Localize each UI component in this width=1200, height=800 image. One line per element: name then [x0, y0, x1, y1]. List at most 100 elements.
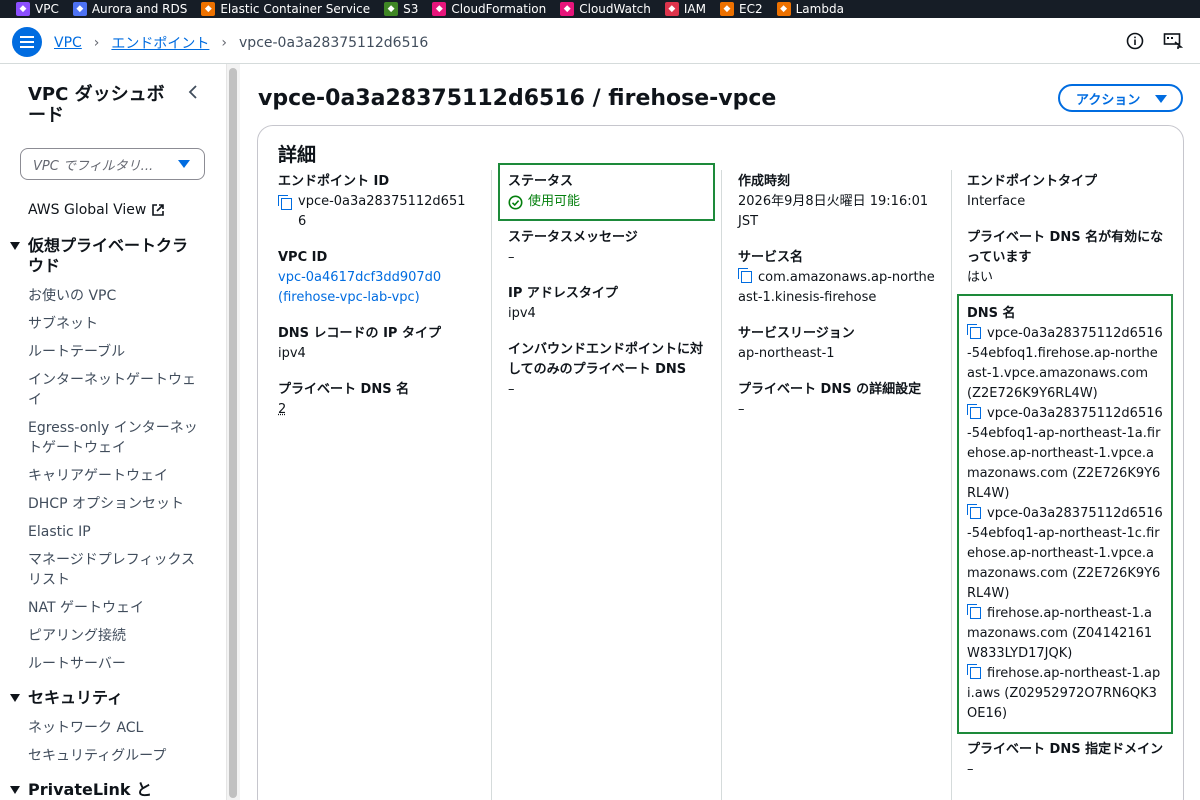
sidebar-title[interactable]: VPC ダッシュボード [28, 84, 178, 126]
service-shortcut-label: VPC [35, 2, 59, 16]
sidebar-item[interactable]: ルートテーブル [28, 342, 198, 362]
field-label: インバウンドエンドポイントに対してのみのプライベート DNS [508, 342, 704, 377]
field-label: プライベート DNS 名 [278, 382, 410, 397]
copy-icon[interactable] [738, 268, 752, 283]
field-label: プライベート DNS 指定ドメイン [967, 742, 1164, 757]
service-shortcut-s3[interactable]: ◆ S3 [384, 2, 418, 16]
dns-name-value: firehose.ap-northeast-1.api.aws (Z029529… [967, 666, 1161, 721]
sidebar-filter-placeholder: VPC でフィルタリ... [33, 158, 154, 174]
sidebar-section-header[interactable]: PrivateLink と Lattice [10, 780, 190, 800]
service-shortcut-label: EC2 [739, 2, 763, 16]
vpc-id-link[interactable]: vpc-0a4617dcf3dd907d0 (firehose-vpc-lab-… [278, 268, 473, 308]
field-inbound-private-dns: インバウンドエンドポイントに対してのみのプライベート DNS – [508, 340, 708, 400]
feedback-icon[interactable] [1162, 30, 1184, 52]
sidebar-section-header[interactable]: セキュリティ [10, 688, 190, 708]
copy-icon[interactable] [967, 504, 981, 519]
private-dns-enabled-value: はい [967, 270, 994, 285]
field-label: サービスリージョン [738, 326, 855, 341]
sidebar-scrollbar-thumb[interactable] [229, 68, 237, 798]
service-shortcut-label: Elastic Container Service [220, 2, 371, 16]
sidebar-item[interactable]: キャリアゲートウェイ [28, 466, 198, 486]
sidebar-filter-select[interactable]: VPC でフィルタリ... [20, 148, 205, 180]
sidebar-item[interactable]: ネットワーク ACL [28, 718, 198, 738]
menu-icon[interactable] [12, 27, 42, 57]
copy-icon[interactable] [967, 664, 981, 679]
sidebar-item[interactable]: セキュリティグループ [28, 746, 198, 766]
sidebar: VPC ダッシュボード VPC でフィルタリ... AWS Global Vie… [0, 64, 226, 800]
field-private-dns-name: プライベート DNS 名 2 [278, 380, 473, 420]
field-label: エンドポイントタイプ [967, 174, 1098, 189]
copy-icon[interactable] [967, 324, 981, 339]
service-name-value: com.amazonaws.ap-northeast-1.kinesis-fir… [738, 270, 935, 305]
dns-name-value: vpce-0a3a28375112d6516-54ebfoq1-ap-north… [967, 406, 1163, 501]
field-status-message: ステータスメッセージ – [508, 228, 708, 268]
sidebar-item[interactable]: ルートサーバー [28, 654, 198, 674]
sidebar-item[interactable]: ピアリング接続 [28, 626, 198, 646]
sidebar-item[interactable]: インターネットゲートウェイ [28, 370, 198, 410]
actions-dropdown-button[interactable]: アクション [1058, 84, 1183, 112]
cloudwatch-icon: ◆ [560, 2, 575, 16]
info-icon[interactable] [1124, 30, 1146, 52]
service-shortcut-ecs[interactable]: ◆ Elastic Container Service [201, 2, 370, 16]
caret-down-icon [178, 160, 190, 168]
caret-down-icon [10, 694, 20, 702]
field-vpc-id: VPC ID vpc-0a4617dcf3dd907d0 (firehose-v… [278, 248, 473, 308]
service-shortcut-ec2[interactable]: ◆ EC2 [720, 2, 763, 16]
service-shortcut-lambda[interactable]: ◆ Lambda [776, 2, 844, 16]
breadcrumb-endpoints-link[interactable]: エンドポイント [111, 33, 209, 53]
service-shortcut-vpc[interactable]: ◆ VPC [16, 2, 59, 16]
service-shortcut-label: CloudWatch [579, 2, 651, 16]
field-label: プライベート DNS の詳細設定 [738, 382, 922, 397]
breadcrumb-current: vpce-0a3a28375112d6516 [239, 35, 429, 51]
service-shortcut-cloudwatch[interactable]: ◆ CloudWatch [560, 2, 651, 16]
dns-name-value: vpce-0a3a28375112d6516-54ebfoq1.firehose… [967, 326, 1163, 401]
private-dns-domain-value: – [967, 762, 974, 777]
sidebar-item[interactable]: マネージドプレフィックスリスト [28, 550, 198, 590]
collapse-sidebar-icon[interactable] [186, 84, 204, 102]
dns-record-ip-type-value: ipv4 [278, 346, 306, 361]
created-value: 2026年9月8日火曜日 19:16:01 JST [738, 194, 929, 229]
sidebar-item[interactable]: サブネット [28, 314, 198, 334]
sidebar-section-label: セキュリティ [28, 688, 124, 707]
sidebar-item[interactable]: Elastic IP [28, 522, 198, 542]
breadcrumb-vpc-link[interactable]: VPC [54, 35, 82, 51]
column-divider [721, 170, 722, 800]
service-shortcut-cloudformation[interactable]: ◆ CloudFormation [432, 2, 546, 16]
sidebar-item[interactable]: Egress-only インターネットゲートウェイ [28, 418, 198, 458]
copy-icon[interactable] [278, 195, 292, 210]
sidebar-item[interactable]: NAT ゲートウェイ [28, 598, 198, 618]
dns-name-item: firehose.ap-northeast-1.amazonaws.com (Z… [967, 604, 1163, 664]
field-created: 作成時刻 2026年9月8日火曜日 19:16:01 JST [738, 172, 936, 232]
service-shortcut-rds[interactable]: ◆ Aurora and RDS [72, 2, 187, 16]
copy-icon[interactable] [967, 404, 981, 419]
service-shortcut-iam[interactable]: ◆ IAM [664, 2, 706, 16]
dns-name-value: vpce-0a3a28375112d6516-54ebfoq1-ap-north… [967, 506, 1163, 601]
sidebar-item[interactable]: お使いの VPC [28, 286, 198, 306]
field-label: DNS レコードの IP タイプ [278, 326, 441, 341]
external-link-icon [152, 204, 165, 216]
chevron-right-icon: › [93, 35, 100, 51]
private-dns-name-value[interactable]: 2 [278, 400, 473, 420]
sidebar-item-global-view[interactable]: AWS Global View [28, 202, 165, 218]
field-label: エンドポイント ID [278, 174, 390, 189]
dns-name-item: vpce-0a3a28375112d6516-54ebfoq1-ap-north… [967, 504, 1163, 604]
service-shortcut-label: CloudFormation [451, 2, 547, 16]
service-shortcut-label: Lambda [795, 2, 844, 16]
sidebar-item[interactable]: DHCP オプションセット [28, 494, 198, 514]
lambda-icon: ◆ [776, 2, 791, 16]
ec2-icon: ◆ [720, 2, 734, 16]
cloudformation-icon: ◆ [432, 2, 447, 16]
caret-down-icon [10, 786, 20, 794]
dns-name-item: vpce-0a3a28375112d6516-54ebfoq1-ap-north… [967, 404, 1163, 504]
dns-name-item: vpce-0a3a28375112d6516-54ebfoq1.firehose… [967, 324, 1163, 404]
chevron-right-icon: › [221, 35, 228, 51]
sidebar-section-header[interactable]: 仮想プライベートクラウド [10, 236, 190, 276]
field-dns-names: DNS 名 vpce-0a3a28375112d6516-54ebfoq1.fi… [967, 304, 1163, 724]
service-shortcut-bar: ◆ VPC ◆ Aurora and RDS ◆ Elastic Container Se… [0, 0, 1200, 18]
copy-icon[interactable] [967, 604, 981, 619]
breadcrumb-header: VPC › エンドポイント › vpce-0a3a28375112d6516 [0, 18, 1200, 64]
field-ip-address-type: IP アドレスタイプ ipv4 [508, 284, 708, 324]
status-value: 使用可能 [528, 194, 581, 209]
breadcrumb: VPC › エンドポイント › vpce-0a3a28375112d6516 [54, 33, 428, 53]
field-label: IP アドレスタイプ [508, 286, 618, 301]
